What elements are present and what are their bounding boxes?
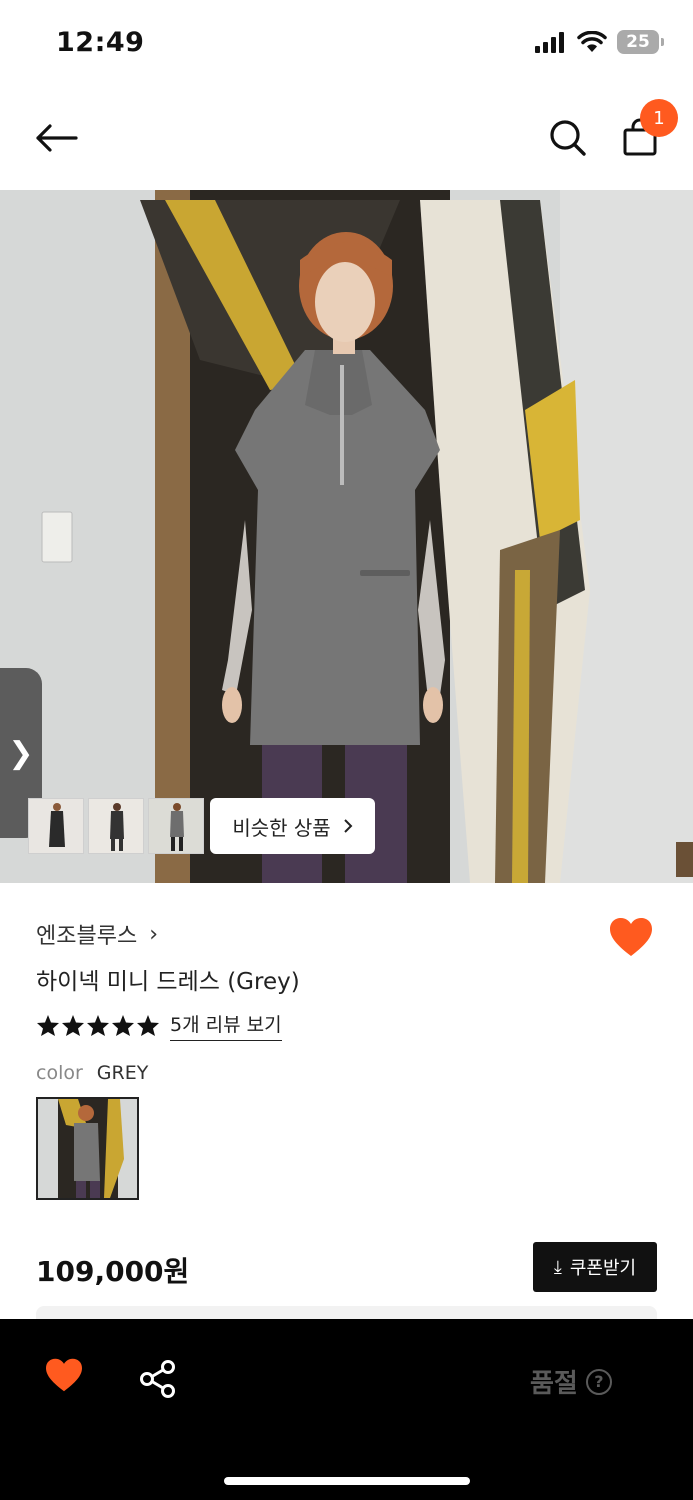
section-divider xyxy=(36,1306,657,1320)
star-icon xyxy=(37,1015,59,1036)
home-indicator xyxy=(224,1477,470,1485)
bottom-action-bar: 품절 ? xyxy=(0,1319,693,1500)
soldout-status: 품절 ? xyxy=(530,1363,612,1400)
heart-icon xyxy=(610,918,652,956)
search-icon xyxy=(550,120,586,156)
product-title: 하이넥 미니 드레스 (Grey) xyxy=(36,969,300,995)
top-nav: 1 xyxy=(0,88,693,190)
cart-count-badge: 1 xyxy=(640,99,678,137)
color-label: color xyxy=(36,1062,83,1084)
battery-level: 25 xyxy=(626,32,650,52)
cellular-signal-icon xyxy=(535,32,564,53)
chevron-right-icon: ❯ xyxy=(8,735,34,771)
wifi-icon xyxy=(577,31,607,52)
coupon-download-button[interactable]: ⤓ 쿠폰받기 xyxy=(533,1242,657,1292)
search-button[interactable] xyxy=(544,114,592,162)
wishlist-button[interactable] xyxy=(44,1357,92,1401)
brand-link[interactable]: 엔조블루스 › xyxy=(36,918,158,950)
wishlist-heart-button[interactable] xyxy=(608,916,658,964)
product-main-image xyxy=(0,190,693,883)
brand-name: 엔조블루스 xyxy=(36,924,138,949)
soldout-label: 품절 xyxy=(530,1369,578,1399)
star-icon xyxy=(137,1015,159,1036)
star-icon xyxy=(87,1015,109,1036)
review-link[interactable]: 5개 리뷰 보기 xyxy=(170,1010,282,1041)
thumbnail-strip xyxy=(28,798,204,854)
back-button[interactable] xyxy=(30,114,82,162)
similar-products-label: 비슷한 상품 xyxy=(232,815,331,840)
rating-row: 5개 리뷰 보기 xyxy=(36,1010,282,1041)
product-price: 109,000원 xyxy=(36,1255,190,1288)
chevron-right-icon: › xyxy=(149,921,159,947)
color-swatch-grey[interactable] xyxy=(36,1097,139,1200)
thumbnail-2[interactable] xyxy=(88,798,144,854)
chevron-right-icon xyxy=(343,819,353,833)
status-bar: 12:49 25 xyxy=(0,0,693,88)
back-arrow-icon xyxy=(36,124,78,152)
download-icon: ⤓ xyxy=(553,1256,562,1278)
star-icon xyxy=(62,1015,84,1036)
status-time: 12:49 xyxy=(56,27,145,58)
heart-icon xyxy=(46,1358,82,1392)
product-image-carousel[interactable]: ❯ xyxy=(0,190,693,883)
similar-products-button[interactable]: 비슷한 상품 xyxy=(210,798,375,854)
status-icons: 25 xyxy=(535,30,664,54)
thumbnail-3[interactable] xyxy=(148,798,204,854)
help-icon[interactable]: ? xyxy=(585,1368,612,1395)
battery-icon: 25 xyxy=(617,30,664,54)
share-icon xyxy=(140,1360,175,1398)
cart-button[interactable]: 1 xyxy=(618,99,678,162)
star-rating xyxy=(36,1014,160,1037)
coupon-label: 쿠폰받기 xyxy=(569,1258,637,1279)
color-row: color GREY xyxy=(36,1062,148,1084)
star-icon xyxy=(112,1015,134,1036)
share-button[interactable] xyxy=(138,1359,182,1403)
color-value: GREY xyxy=(96,1062,149,1084)
thumbnail-1[interactable] xyxy=(28,798,84,854)
